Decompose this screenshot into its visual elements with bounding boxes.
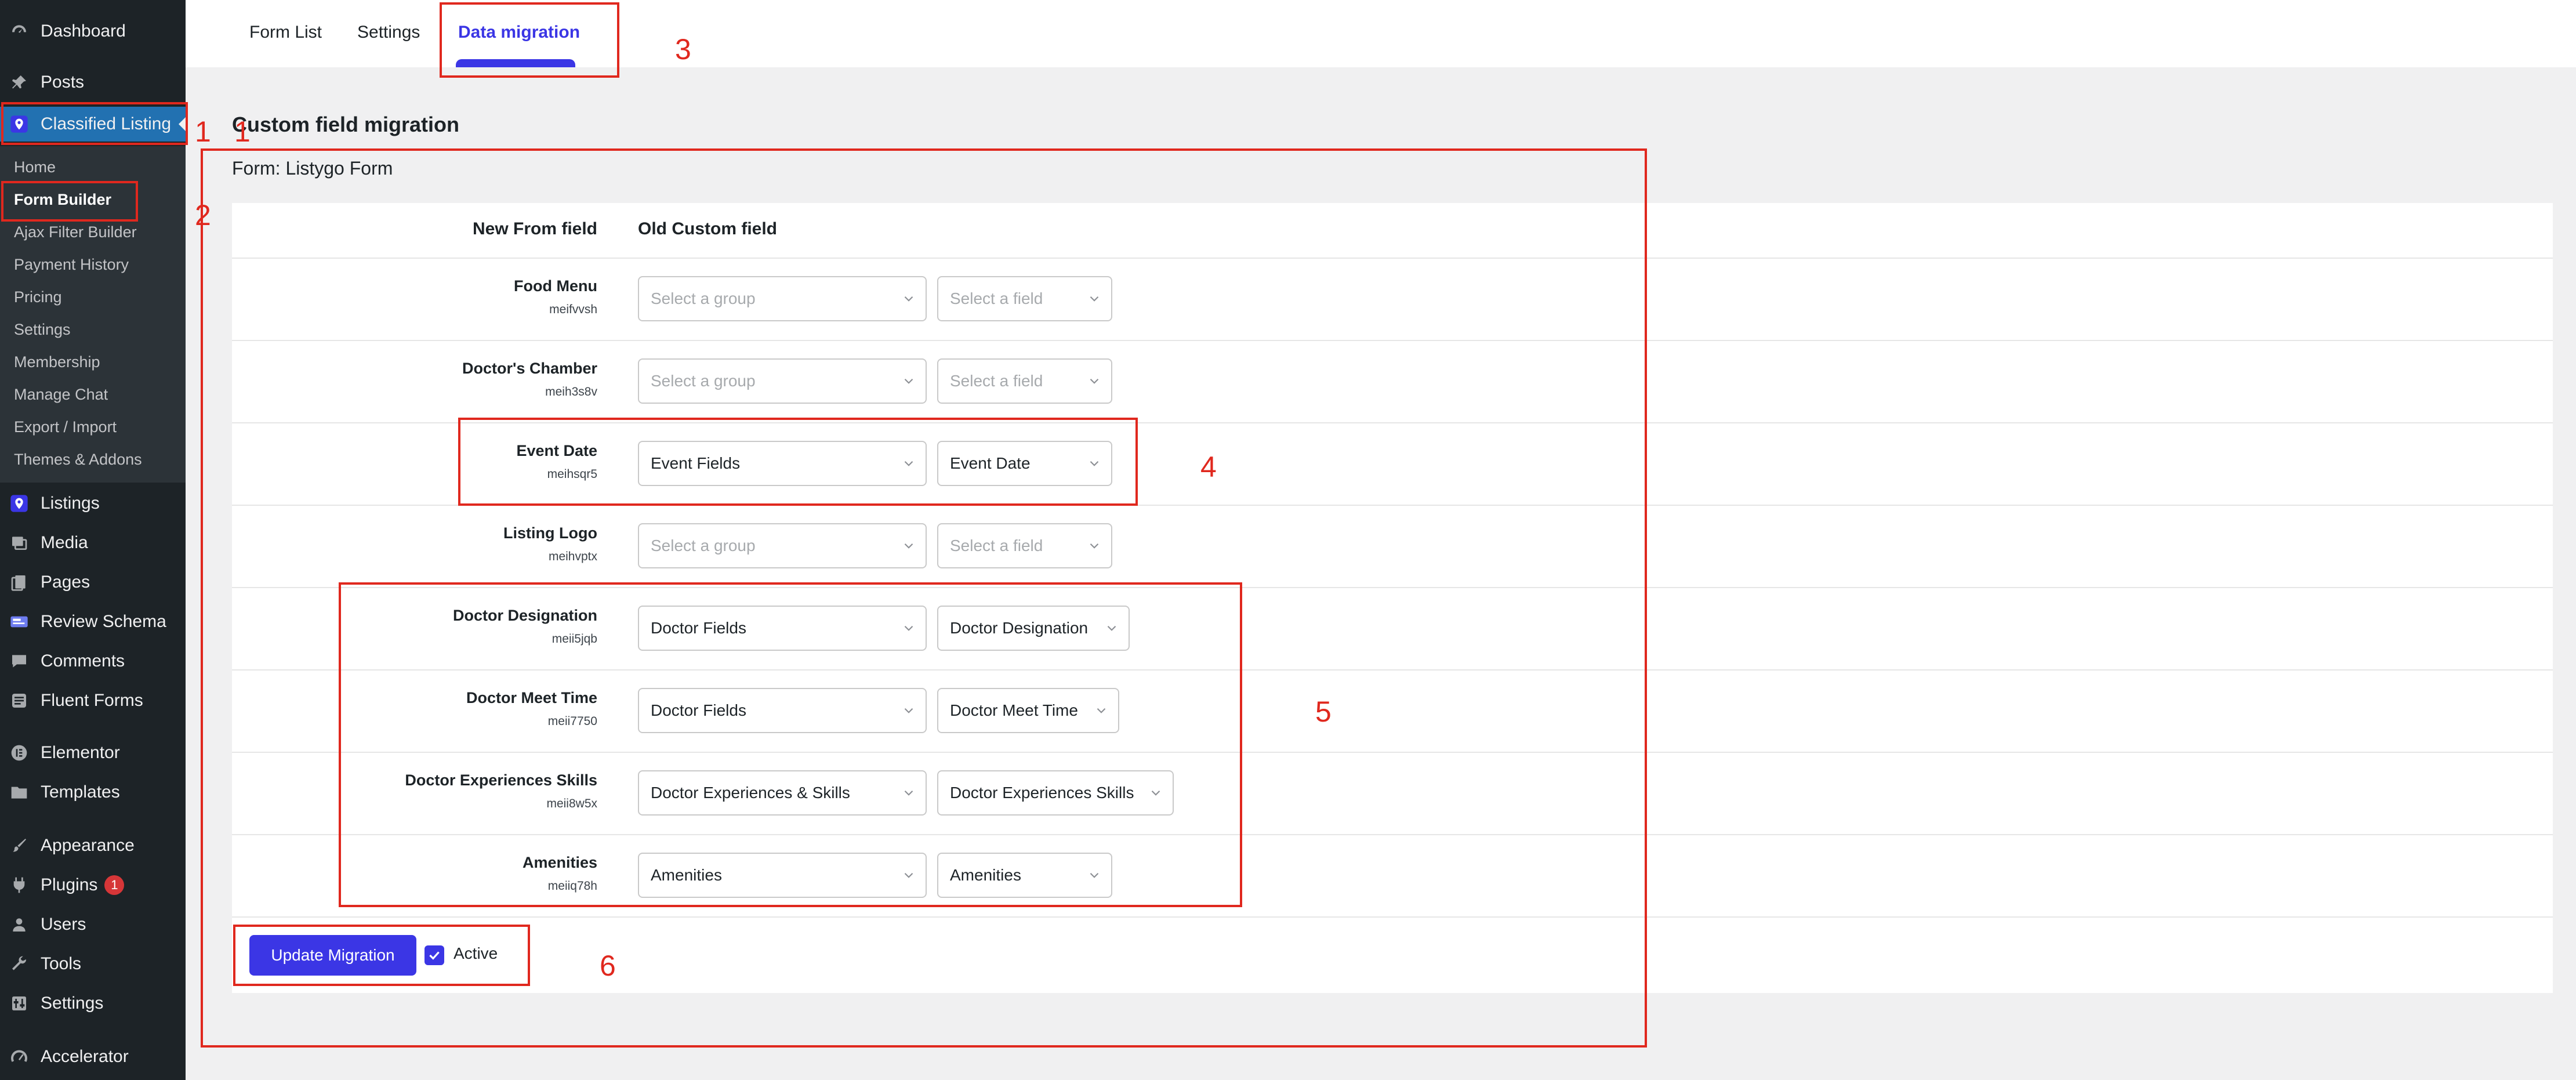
submenu-home[interactable]: Home bbox=[14, 155, 56, 179]
menu-plugins[interactable]: Plugins 1 bbox=[0, 868, 186, 903]
annotation-number: 1 bbox=[234, 115, 251, 148]
menu-label: Plugins bbox=[41, 875, 98, 894]
annotation-box-5 bbox=[339, 582, 1242, 907]
pages-icon bbox=[9, 572, 29, 592]
menu-label: Appearance bbox=[41, 836, 135, 855]
user-icon bbox=[9, 915, 29, 934]
menu-label: Posts bbox=[41, 73, 85, 92]
annotation-number: 6 bbox=[600, 949, 616, 982]
menu-accelerator[interactable]: Accelerator bbox=[0, 1039, 186, 1074]
submenu-settings[interactable]: Settings bbox=[14, 318, 71, 341]
menu-posts[interactable]: Posts bbox=[0, 65, 186, 100]
menu-settings[interactable]: Settings bbox=[0, 986, 186, 1021]
page-title: Custom field migration bbox=[232, 113, 460, 136]
annotation-number: 5 bbox=[1315, 695, 1331, 728]
menu-label: Elementor bbox=[41, 743, 120, 762]
menu-label: Templates bbox=[41, 782, 120, 802]
review-schema-icon bbox=[9, 612, 29, 632]
menu-label: Settings bbox=[41, 994, 104, 1013]
wrench-icon bbox=[9, 954, 29, 974]
menu-pages[interactable]: Pages bbox=[0, 565, 186, 600]
annotation-number: 1 bbox=[195, 115, 211, 148]
menu-label: Fluent Forms bbox=[41, 691, 143, 710]
admin-sidebar: Dashboard Posts Classified Listing Home … bbox=[0, 0, 186, 1080]
elementor-icon bbox=[9, 743, 29, 763]
menu-listings[interactable]: Listings bbox=[0, 486, 186, 521]
menu-label: Dashboard bbox=[41, 21, 126, 41]
menu-tools[interactable]: Tools bbox=[0, 947, 186, 981]
menu-label: Tools bbox=[41, 954, 82, 973]
menu-appearance[interactable]: Appearance bbox=[0, 828, 186, 863]
annotation-box-1 bbox=[1, 102, 188, 145]
menu-label: Listings bbox=[41, 494, 100, 513]
menu-label: Comments bbox=[41, 651, 125, 671]
submenu-ajax-filter-builder[interactable]: Ajax Filter Builder bbox=[14, 220, 137, 244]
menu-label: Pages bbox=[41, 572, 90, 592]
brush-icon bbox=[9, 836, 29, 856]
menu-label: Review Schema bbox=[41, 612, 166, 631]
plugin-icon bbox=[9, 875, 29, 895]
menu-dashboard[interactable]: Dashboard bbox=[0, 14, 186, 49]
submenu-manage-chat[interactable]: Manage Chat bbox=[14, 383, 108, 406]
annotation-box-3 bbox=[440, 2, 619, 78]
menu-review-schema[interactable]: Review Schema bbox=[0, 604, 186, 639]
forms-icon bbox=[9, 691, 29, 711]
annotation-number: 4 bbox=[1200, 451, 1217, 483]
menu-media[interactable]: Media bbox=[0, 525, 186, 560]
folder-icon bbox=[9, 782, 29, 802]
plugins-update-badge: 1 bbox=[104, 875, 125, 895]
tab-form-list[interactable]: Form List bbox=[249, 21, 322, 44]
menu-label: Media bbox=[41, 533, 88, 552]
annotation-box-4 bbox=[458, 418, 1138, 506]
comment-icon bbox=[9, 651, 29, 671]
menu-templates[interactable]: Templates bbox=[0, 775, 186, 810]
submenu-pricing[interactable]: Pricing bbox=[14, 285, 62, 309]
annotation-number: 3 bbox=[675, 33, 691, 66]
settings-icon bbox=[9, 994, 29, 1013]
menu-label: Accelerator bbox=[41, 1047, 129, 1066]
menu-elementor[interactable]: Elementor bbox=[0, 735, 186, 770]
dashboard-icon bbox=[9, 21, 29, 41]
menu-users[interactable]: Users bbox=[0, 907, 186, 942]
submenu-membership[interactable]: Membership bbox=[14, 350, 100, 374]
menu-comments[interactable]: Comments bbox=[0, 644, 186, 679]
submenu-themes-addons[interactable]: Themes & Addons bbox=[14, 448, 142, 471]
annotation-box-2 bbox=[1, 181, 138, 222]
menu-label: Users bbox=[41, 915, 86, 934]
tab-settings[interactable]: Settings bbox=[357, 21, 420, 44]
media-icon bbox=[9, 533, 29, 553]
annotation-box-6 bbox=[233, 925, 530, 986]
submenu-export-import[interactable]: Export / Import bbox=[14, 415, 117, 438]
submenu-payment-history[interactable]: Payment History bbox=[14, 253, 129, 276]
menu-fluent-forms[interactable]: Fluent Forms bbox=[0, 683, 186, 718]
location-pin-icon bbox=[9, 494, 29, 513]
accelerator-icon bbox=[9, 1047, 29, 1067]
pin-icon bbox=[9, 73, 29, 92]
